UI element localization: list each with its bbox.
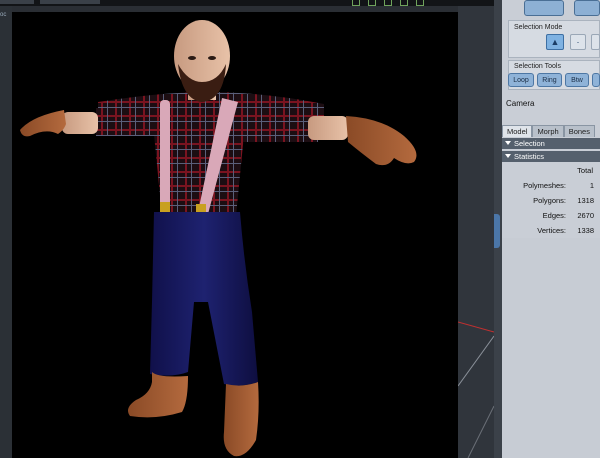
btw-button[interactable]: Btw xyxy=(565,73,589,87)
viewport-top-strip xyxy=(0,0,494,6)
top-strip-item[interactable] xyxy=(40,0,100,4)
glyph-icon[interactable] xyxy=(368,0,376,6)
glyph-icon[interactable] xyxy=(400,0,408,6)
stats-row: Polymeshes: 1 xyxy=(502,178,600,193)
selection-tools-title: Selection Tools xyxy=(514,63,561,70)
left-forearm xyxy=(62,112,98,134)
selection-mode-title: Selection Mode xyxy=(514,24,563,31)
left-suspender xyxy=(160,100,170,214)
right-sleeve xyxy=(238,112,318,142)
right-forearm xyxy=(308,116,348,140)
tab-morph[interactable]: Morph xyxy=(532,125,564,137)
viewport-right-gutter xyxy=(457,6,494,458)
stats-value: 2670 xyxy=(577,211,594,220)
selection-section-header[interactable]: Selection xyxy=(502,138,600,149)
stats-row: Polygons: 1318 xyxy=(502,193,600,208)
loop-button[interactable]: Loop xyxy=(508,73,534,87)
glyph-icon[interactable] xyxy=(416,0,424,6)
viewport-corner-mark: oc xyxy=(0,12,7,18)
stats-value: 1338 xyxy=(577,226,594,235)
ring-button[interactable]: Ring xyxy=(537,73,562,87)
viewport-left-gutter: oc xyxy=(0,6,12,458)
glyph-icon[interactable] xyxy=(384,0,392,6)
dot-icon: · xyxy=(576,37,580,47)
panel-empty-area xyxy=(502,238,600,458)
stats-label: Polymeshes: xyxy=(523,181,566,190)
chevron-down-icon xyxy=(505,154,511,158)
transform-icon[interactable] xyxy=(524,0,564,16)
stats-row: Edges: 2670 xyxy=(502,208,600,223)
chevron-down-icon xyxy=(505,141,511,145)
triangle-select-icon: ▲ xyxy=(550,37,560,47)
third-mode-button[interactable] xyxy=(591,34,600,50)
stats-value: 1 xyxy=(589,181,594,190)
pants xyxy=(150,212,258,386)
statistics-section-header[interactable]: Statistics xyxy=(502,151,600,162)
tool-icon[interactable] xyxy=(574,0,600,16)
render-canvas[interactable] xyxy=(12,12,458,458)
grid-lines xyxy=(457,321,494,458)
stats-label: Edges: xyxy=(542,211,566,220)
panel-collapse-handle[interactable] xyxy=(494,214,500,248)
top-strip-item[interactable] xyxy=(0,0,34,4)
stats-value: 1318 xyxy=(577,196,594,205)
tab-bones[interactable]: Bones xyxy=(563,125,595,137)
viewport-top-glyphs[interactable] xyxy=(352,0,424,6)
top-tool-icons xyxy=(508,0,600,18)
left-glove xyxy=(20,110,66,137)
stats-total-label: Total xyxy=(577,166,593,175)
stats-column-header: Total xyxy=(502,163,600,178)
right-glove xyxy=(346,116,417,166)
glyph-icon[interactable] xyxy=(352,0,360,6)
more-tools-button[interactable] xyxy=(592,73,600,87)
stats-label: Vertices: xyxy=(537,226,566,235)
stats-row: Vertices: 1338 xyxy=(502,223,600,238)
3d-viewport[interactable]: oc xyxy=(0,0,494,458)
right-boot xyxy=(223,382,259,457)
stats-label: Polygons: xyxy=(533,196,566,205)
triangle-select-button[interactable]: ▲ xyxy=(546,34,564,50)
panel-tabs: Model Morph Bones xyxy=(502,125,600,137)
tab-model[interactable]: Model xyxy=(502,125,533,137)
dot-mode-button[interactable]: · xyxy=(570,34,586,50)
statistics-header-label: Statistics xyxy=(514,152,545,161)
lumberjack-character-model[interactable] xyxy=(12,12,458,458)
statistics-table: Total Polymeshes: 1 Polygons: 1318 Edges… xyxy=(502,163,600,238)
left-boot xyxy=(128,372,188,418)
camera-label: Camera xyxy=(506,99,535,108)
left-sleeve xyxy=(96,108,160,136)
mode-icon xyxy=(592,35,599,49)
selection-header-label: Selection xyxy=(514,139,545,148)
